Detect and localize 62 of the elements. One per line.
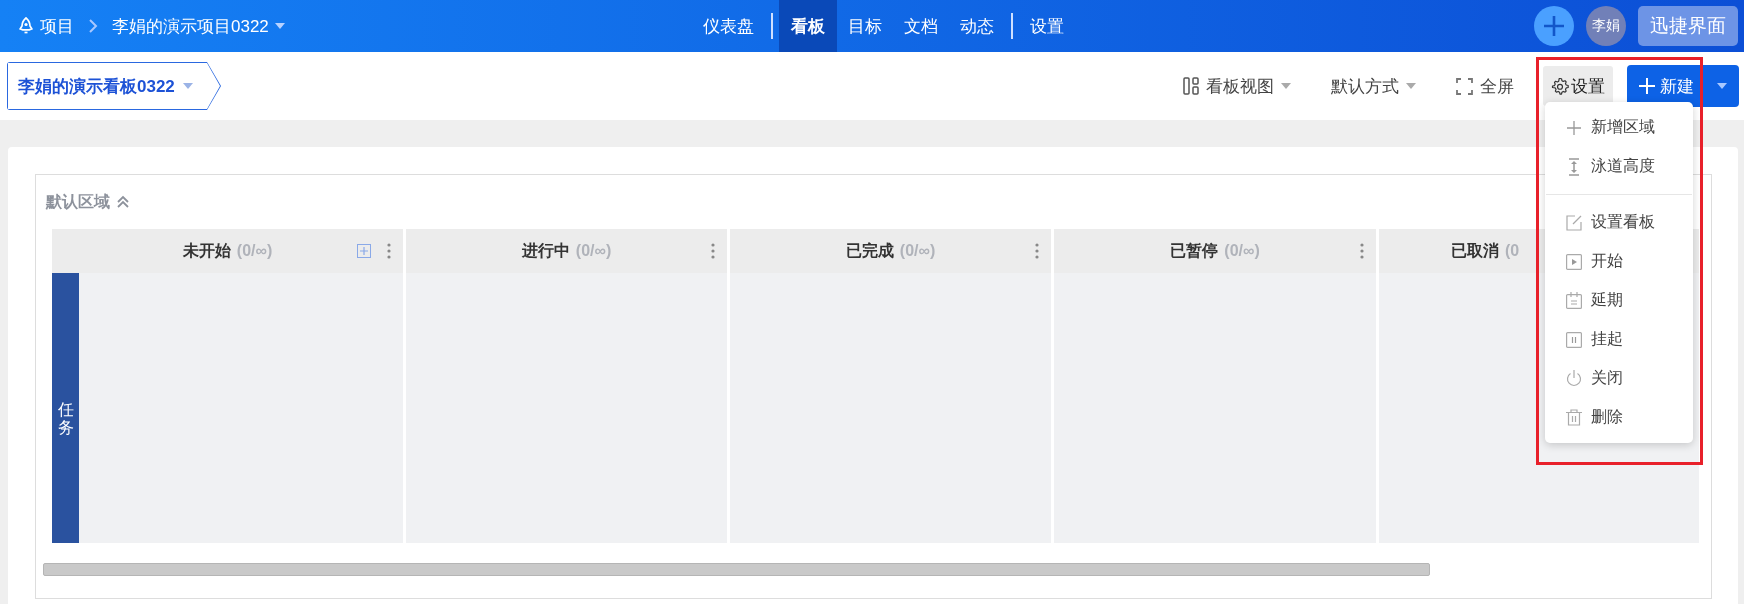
column-count: (0/∞) bbox=[575, 242, 612, 260]
calendar-icon bbox=[1566, 292, 1582, 309]
collapse-icon[interactable] bbox=[116, 195, 130, 209]
user-avatar[interactable]: 李娟 bbox=[1586, 6, 1626, 46]
menu-item[interactable]: 开始 bbox=[1545, 242, 1693, 281]
edit-icon bbox=[1566, 214, 1582, 231]
more-icon[interactable] bbox=[711, 243, 715, 259]
power-icon bbox=[1566, 370, 1582, 387]
add-card-icon[interactable] bbox=[357, 244, 371, 258]
horizontal-scrollbar[interactable] bbox=[43, 563, 1430, 576]
plus-icon bbox=[1639, 78, 1655, 94]
project-dropdown[interactable]: 李娟的演示项目0322 bbox=[112, 14, 285, 38]
board-selector[interactable]: 李娟的演示看板0322 bbox=[7, 62, 221, 110]
fullscreen-icon bbox=[1456, 77, 1473, 95]
more-icon[interactable] bbox=[1360, 243, 1364, 259]
add-button[interactable] bbox=[1534, 6, 1574, 46]
column-title: 进行中 bbox=[521, 240, 570, 261]
caret-down-icon bbox=[274, 23, 285, 29]
menu-item[interactable]: 删除 bbox=[1545, 398, 1693, 437]
nav-tab[interactable]: 看板 bbox=[779, 0, 837, 52]
menu-item[interactable]: 新增区域 bbox=[1545, 108, 1693, 147]
caret-down-icon bbox=[1406, 83, 1416, 89]
menu-item[interactable]: 设置看板 bbox=[1545, 203, 1693, 242]
column-count: (0/∞) bbox=[899, 242, 936, 260]
menu-item[interactable]: 挂起 bbox=[1545, 320, 1693, 359]
column-title: 已暂停 bbox=[1170, 240, 1219, 261]
menu-item[interactable]: 泳道高度 bbox=[1545, 147, 1693, 186]
column-title: 未开始 bbox=[182, 240, 231, 261]
trash-icon bbox=[1566, 409, 1582, 426]
layout-icon bbox=[1183, 77, 1199, 95]
chevron-right-icon bbox=[88, 19, 98, 33]
pause-icon bbox=[1566, 331, 1582, 348]
caret-down-icon bbox=[1281, 83, 1291, 89]
more-icon[interactable] bbox=[1035, 243, 1039, 259]
play-icon bbox=[1566, 253, 1582, 270]
plus-icon bbox=[1543, 15, 1565, 37]
breadcrumb-link[interactable]: 项目 bbox=[18, 14, 74, 38]
nav-tab[interactable]: 文档 bbox=[893, 0, 949, 52]
swimlane-label: 任务 bbox=[52, 273, 79, 543]
settings-button[interactable]: 设置 bbox=[1543, 66, 1613, 106]
column-count: (0/∞) bbox=[236, 242, 273, 260]
column-title: 已取消 bbox=[1451, 240, 1499, 261]
toolbar-dropdown[interactable]: 看板视图 bbox=[1172, 66, 1302, 106]
column-title: 已完成 bbox=[845, 240, 894, 261]
settings-icon bbox=[1551, 77, 1569, 95]
menu-item[interactable]: 延期 bbox=[1545, 281, 1693, 320]
caret-down-icon bbox=[182, 83, 193, 89]
new-button[interactable]: 新建 bbox=[1627, 65, 1739, 107]
nav-tab[interactable]: 目标 bbox=[837, 0, 893, 52]
height-icon bbox=[1568, 157, 1580, 176]
nav-tab[interactable]: 动态 bbox=[949, 0, 1005, 52]
more-icon[interactable] bbox=[387, 243, 391, 259]
toolbar-dropdown[interactable]: 默认方式 bbox=[1320, 66, 1427, 106]
caret-down-icon bbox=[1717, 83, 1727, 89]
column-count: (0 bbox=[1505, 242, 1520, 260]
fullscreen-button[interactable]: 全屏 bbox=[1445, 66, 1525, 106]
plus-icon bbox=[1566, 119, 1582, 136]
column-count: (0/∞) bbox=[1224, 242, 1260, 260]
nav-tab[interactable]: 设置 bbox=[1019, 0, 1075, 52]
menu-item[interactable]: 关闭 bbox=[1545, 359, 1693, 398]
nav-tab[interactable]: 仪表盘 bbox=[692, 0, 765, 52]
area-title: 默认区域 bbox=[46, 191, 110, 212]
